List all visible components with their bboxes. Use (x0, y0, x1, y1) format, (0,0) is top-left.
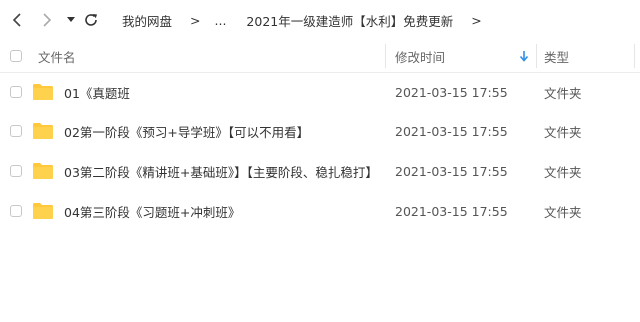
row-checkbox[interactable] (10, 165, 22, 177)
row-checkbox[interactable] (10, 205, 22, 217)
column-type-header[interactable]: 类型 (544, 40, 569, 72)
toolbar: 我的网盘 > ... 2021年一级建造师【水利】免费更新 > (0, 0, 640, 40)
back-button[interactable] (6, 8, 28, 32)
file-name[interactable]: 04第三阶段《习题班+冲刺班》 (64, 191, 240, 231)
file-modified: 2021-03-15 17:55 (395, 84, 508, 100)
folder-icon (33, 163, 53, 179)
file-name[interactable]: 03第二阶段《精讲班+基础班》】【主要阶段、稳扎稳打】 (64, 151, 378, 191)
column-header: 文件名 修改时间 类型 (0, 40, 640, 73)
file-name[interactable]: 01《真题班 (64, 72, 130, 112)
breadcrumb-ellipsis[interactable]: ... (215, 13, 227, 28)
history-dropdown-button[interactable] (60, 8, 82, 32)
breadcrumb-root[interactable]: 我的网盘 (122, 11, 172, 30)
folder-icon (33, 84, 53, 100)
row-checkbox[interactable] (10, 86, 22, 98)
forward-icon (43, 13, 52, 27)
column-name-header[interactable]: 文件名 (38, 40, 76, 72)
folder-icon (33, 123, 53, 139)
refresh-icon (85, 14, 97, 26)
dropdown-icon (67, 17, 75, 22)
file-type: 文件夹 (544, 85, 582, 101)
column-divider[interactable] (385, 44, 386, 68)
refresh-button[interactable] (80, 8, 102, 32)
forward-button[interactable] (36, 8, 58, 32)
sort-arrow-icon[interactable] (519, 50, 529, 62)
file-type: 文件夹 (544, 124, 582, 140)
file-name[interactable]: 02第一阶段《预习+导学班》【可以不用看】 (64, 111, 309, 151)
file-row[interactable]: 01《真题班 2021-03-15 17:55 文件夹 (0, 72, 640, 112)
breadcrumb-current[interactable]: 2021年一级建造师【水利】免费更新 (246, 11, 453, 30)
folder-icon (33, 203, 53, 219)
breadcrumb-separator: > (190, 12, 201, 28)
file-modified: 2021-03-15 17:55 (395, 163, 508, 179)
file-type: 文件夹 (544, 164, 582, 180)
file-type: 文件夹 (544, 204, 582, 220)
file-row[interactable]: 02第一阶段《预习+导学班》【可以不用看】 2021-03-15 17:55 文… (0, 111, 640, 151)
file-row[interactable]: 03第二阶段《精讲班+基础班》】【主要阶段、稳扎稳打】 2021-03-15 1… (0, 151, 640, 191)
file-modified: 2021-03-15 17:55 (395, 203, 508, 219)
column-divider[interactable] (634, 44, 635, 68)
back-icon (12, 13, 21, 27)
row-checkbox[interactable] (10, 125, 22, 137)
column-divider[interactable] (536, 44, 537, 68)
file-modified: 2021-03-15 17:55 (395, 123, 508, 139)
file-row[interactable]: 04第三阶段《习题班+冲刺班》 2021-03-15 17:55 文件夹 (0, 191, 640, 231)
breadcrumb: 我的网盘 > ... 2021年一级建造师【水利】免费更新 > (122, 0, 496, 40)
breadcrumb-separator-end[interactable]: > (471, 13, 481, 28)
column-modified-header[interactable]: 修改时间 (395, 40, 445, 72)
select-all-checkbox[interactable] (10, 50, 22, 62)
